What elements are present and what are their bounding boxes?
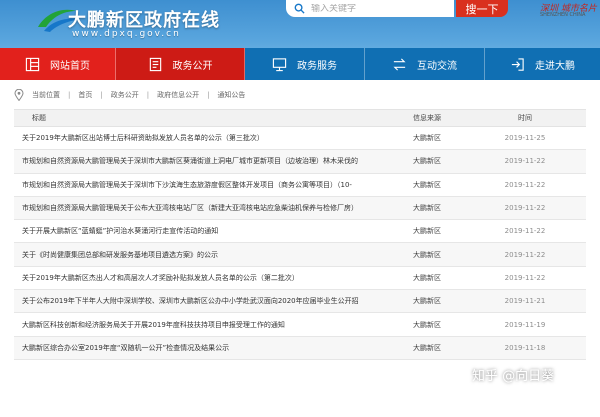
- column-header-time: 时间: [518, 114, 532, 122]
- table-row[interactable]: 关于公布2019年下半年人大附中深圳学校、深圳市大鹏新区公办中小学赴武汉面向20…: [14, 290, 586, 314]
- row-date: 2019-11-21: [504, 297, 546, 306]
- breadcrumb-prefix: 当前位置: [32, 91, 60, 99]
- breadcrumb-item-gov-open[interactable]: 政务公开: [111, 90, 139, 100]
- table-row[interactable]: 关于2019年大鹏新区杰出人才和高层次人才奖励补贴拟发放人员名单的公示（第二批次…: [14, 266, 586, 291]
- row-title-link[interactable]: 大鹏新区科技创新和经济服务局关于开展2019年度科技扶持项目申报受理工作的通知: [14, 320, 390, 330]
- row-source: 大鹏新区: [413, 250, 441, 259]
- table-row[interactable]: 大鹏新区科技创新和经济服务局关于开展2019年度科技扶持项目申报受理工作的通知 …: [14, 313, 586, 337]
- zhihu-watermark: 知乎 @向日葵: [472, 369, 555, 384]
- site-header: 大鹏新区政府在线 www.dpxq.gov.cn 搜一下 深圳 城市名片 SHE…: [0, 0, 600, 48]
- nav-item-dapeng[interactable]: 走进大鹏: [485, 48, 600, 80]
- breadcrumb-separator: |: [68, 91, 71, 99]
- document-icon: [149, 57, 161, 71]
- row-title-link[interactable]: 关于《时尚健康集团总部和研发服务基地项目遴选方案》的公示: [14, 250, 390, 260]
- home-grid-icon: [25, 57, 40, 71]
- breadcrumb-separator: |: [207, 91, 210, 99]
- row-date: 2019-11-22: [504, 180, 546, 189]
- breadcrumb-separator: |: [100, 91, 103, 99]
- row-title-link[interactable]: 关于开展大鹏新区“蓝蜻蜓”护河治水葵涌河行走宣传活动的通知: [14, 226, 390, 236]
- shenzhen-brand-subtitle: SHENZHEN CHINA: [540, 12, 586, 18]
- row-date: 2019-11-22: [504, 250, 546, 259]
- row-date: 2019-11-18: [504, 343, 546, 352]
- row-source: 大鹏新区: [413, 134, 441, 143]
- nav-item-gov-open[interactable]: 政务公开: [116, 48, 245, 80]
- breadcrumb-item-gov-info[interactable]: 政府信息公开: [157, 90, 199, 100]
- row-source: 大鹏新区: [413, 180, 441, 189]
- table-row[interactable]: 关于《时尚健康集团总部和研发服务基地项目遴选方案》的公示 大鹏新区 2019-1…: [14, 243, 586, 267]
- site-url: www.dpxq.gov.cn: [72, 29, 181, 39]
- row-date: 2019-11-22: [504, 204, 546, 213]
- nav-label: 政务公开: [172, 60, 213, 72]
- row-source: 大鹏新区: [413, 157, 441, 166]
- row-date: 2019-11-25: [504, 134, 546, 143]
- breadcrumb-separator: |: [146, 91, 150, 99]
- main-nav: 网站首页 政务公开 政务服务 互动交流 走进大鹏: [0, 48, 600, 80]
- row-source: 大鹏新区: [413, 227, 441, 236]
- nav-label: 走进大鹏: [535, 60, 575, 72]
- row-source: 大鹏新区: [413, 320, 441, 329]
- enter-door-icon: [511, 57, 524, 71]
- row-source: 大鹏新区: [413, 297, 441, 306]
- nav-label: 网站首页: [50, 60, 90, 72]
- row-source: 大鹏新区: [413, 273, 441, 282]
- row-date: 2019-11-19: [504, 320, 546, 329]
- search-button[interactable]: 搜一下: [456, 0, 508, 17]
- table-row[interactable]: 市规划和自然资源局大鹏管理局关于深圳市大鹏新区葵涌街道上洞电厂城市更新项目（边坡…: [14, 150, 586, 174]
- notice-table: 标题 信息来源 时间 关于2019年大鹏新区出站博士后科研资助拟发放人员名单的公…: [14, 109, 586, 360]
- table-row[interactable]: 大鹏新区综合办公室2019年度“双随机一公开”检查情况及结果公示 大鹏新区 20…: [14, 336, 586, 360]
- nav-item-interaction[interactable]: 互动交流: [365, 48, 485, 80]
- row-title-link[interactable]: 市规划和自然资源局大鹏管理局关于深圳市大鹏新区葵涌街道上洞电厂城市更新项目（边坡…: [14, 156, 390, 166]
- exchange-arrows-icon: [393, 57, 406, 71]
- column-header-title: 标题: [32, 114, 46, 122]
- table-row[interactable]: 关于2019年大鹏新区出站博士后科研资助拟发放人员名单的公示（第三批次） 大鹏新…: [14, 127, 586, 151]
- location-pin-icon: [14, 89, 24, 101]
- row-title-link[interactable]: 关于公布2019年下半年人大附中深圳学校、深圳市大鹏新区公办中小学赴武汉面向20…: [14, 296, 390, 306]
- row-title-link[interactable]: 关于2019年大鹏新区杰出人才和高层次人才奖励补贴拟发放人员名单的公示（第二批次…: [14, 273, 390, 283]
- table-row[interactable]: 关于开展大鹏新区“蓝蜻蜓”护河治水葵涌河行走宣传活动的通知 大鹏新区 2019-…: [14, 220, 586, 244]
- column-header-source: 信息来源: [413, 114, 441, 122]
- breadcrumb-item-home[interactable]: 首页: [78, 90, 92, 100]
- search-box: [286, 0, 454, 17]
- breadcrumb: 当前位置 | 首页 | 政务公开 | 政府信息公开 | 通知公告: [14, 87, 245, 103]
- nav-label: 互动交流: [417, 60, 457, 72]
- table-row[interactable]: 市规划和自然资源局大鹏管理局关于公布大亚湾核电站厂区（新建大亚湾核电站应急柴油机…: [14, 196, 586, 221]
- table-body: 关于2019年大鹏新区出站博士后科研资助拟发放人员名单的公示（第三批次） 大鹏新…: [14, 127, 586, 360]
- search-input[interactable]: [311, 3, 451, 14]
- row-title-link[interactable]: 关于2019年大鹏新区出站博士后科研资助拟发放人员名单的公示（第三批次）: [14, 133, 390, 143]
- table-row[interactable]: 市规划和自然资源局大鹏管理局关于深圳市下沙滨海生态旅游度假区整体开发项目（商务公…: [14, 173, 586, 197]
- nav-label: 政务服务: [297, 60, 337, 72]
- row-title-link[interactable]: 大鹏新区综合办公室2019年度“双随机一公开”检查情况及结果公示: [14, 343, 390, 353]
- table-header: 标题 信息来源 时间: [14, 109, 586, 127]
- nav-item-home[interactable]: 网站首页: [0, 48, 116, 80]
- nav-item-gov-service[interactable]: 政务服务: [245, 48, 365, 80]
- row-date: 2019-11-22: [504, 157, 546, 166]
- row-date: 2019-11-22: [504, 273, 546, 282]
- breadcrumb-item-notice[interactable]: 通知公告: [217, 90, 245, 100]
- row-date: 2019-11-22: [504, 227, 546, 236]
- row-title-link[interactable]: 市规划和自然资源局大鹏管理局关于深圳市下沙滨海生态旅游度假区整体开发项目（商务公…: [14, 180, 390, 190]
- row-title-link[interactable]: 市规划和自然资源局大鹏管理局关于公布大亚湾核电站厂区（新建大亚湾核电站应急柴油机…: [14, 203, 390, 213]
- row-source: 大鹏新区: [413, 204, 441, 213]
- search-icon: [294, 3, 305, 14]
- monitor-icon: [272, 57, 287, 71]
- row-source: 大鹏新区: [413, 343, 441, 352]
